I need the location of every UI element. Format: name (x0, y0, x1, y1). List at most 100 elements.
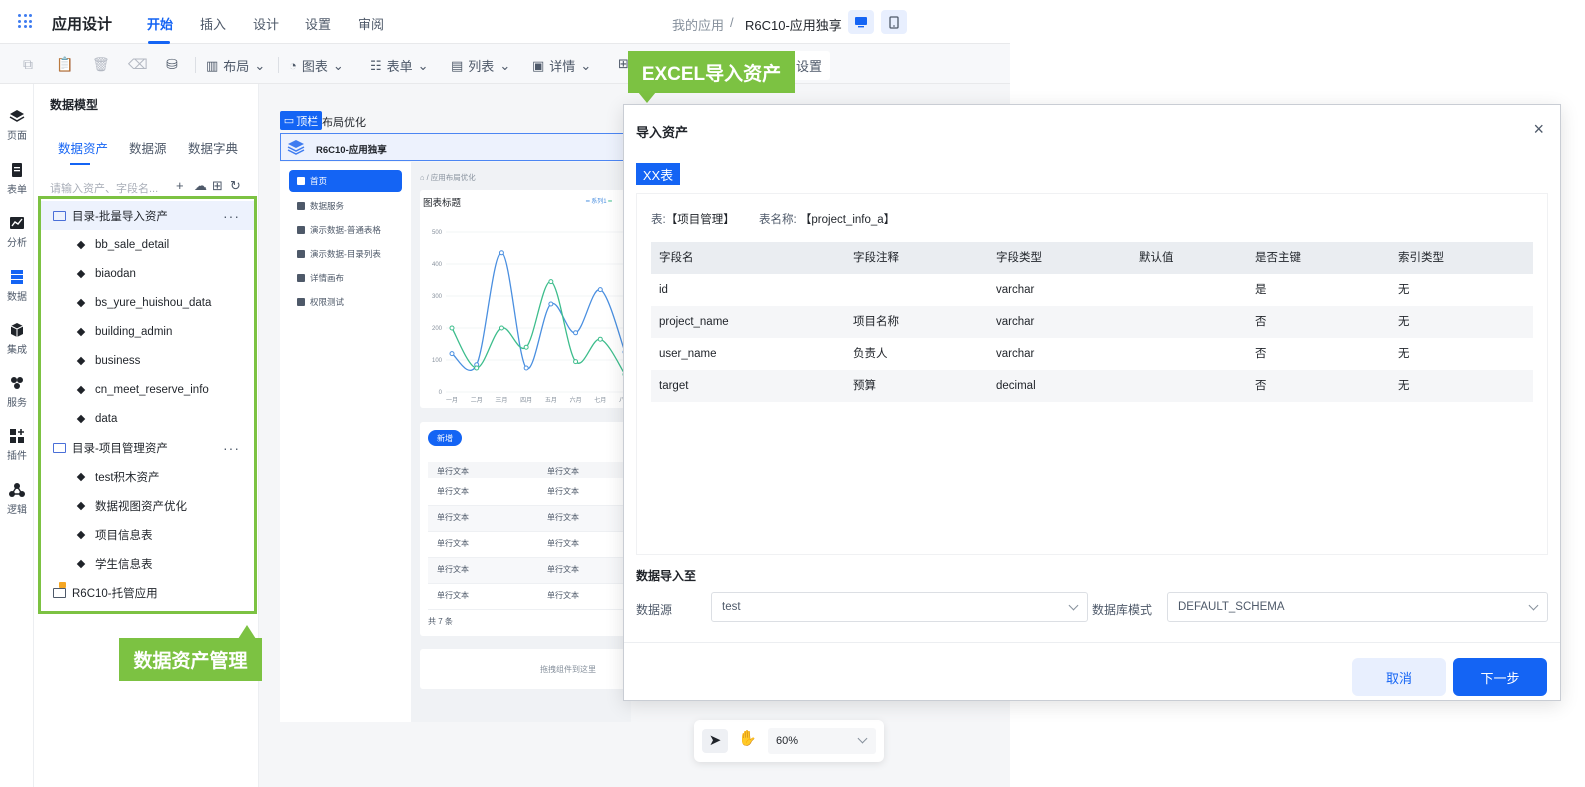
tree-item[interactable]: building_admin (41, 317, 254, 346)
table-cell: 预算 (853, 380, 876, 392)
schema-select[interactable]: DEFAULT_SCHEMA (1167, 592, 1548, 622)
layout-menu[interactable]: ▥ 布局 ⌄ (206, 56, 265, 75)
data-point[interactable] (449, 325, 455, 331)
add-folder-icon[interactable]: ⊞ (212, 178, 223, 194)
delete-icon[interactable]: 🗑 (92, 56, 110, 72)
y-tick-label: 500 (432, 230, 443, 236)
tab-start[interactable]: 开始 (147, 14, 173, 33)
canvas-nav-item[interactable]: 演示数据-目录列表 (289, 243, 402, 265)
tree-item[interactable]: 数据视图资产优化 (41, 491, 254, 520)
canvas-nav-item[interactable]: 数据服务 (289, 195, 402, 217)
upload-cloud-icon[interactable]: ☁ (194, 178, 207, 194)
datasource-select[interactable]: test (711, 592, 1088, 622)
add-icon[interactable]: + (176, 178, 184, 193)
rail-page[interactable]: 页面 (0, 108, 34, 142)
data-point[interactable] (548, 301, 554, 307)
data-point[interactable] (523, 344, 529, 350)
cancel-button[interactable]: 取消 (1352, 658, 1446, 696)
zoom-select[interactable]: 60% (768, 728, 876, 754)
data-point[interactable] (573, 359, 579, 365)
table-header-row: 字段名 字段注释 字段类型 默认值 是否主键 索引类型 (651, 242, 1533, 274)
rail-data[interactable]: 数据 (0, 269, 34, 303)
canvas-nav-item[interactable]: 演示数据-普通表格 (289, 219, 402, 241)
rail-form[interactable]: 表单 (0, 162, 34, 196)
data-point[interactable] (498, 250, 504, 256)
asset-icon (76, 356, 86, 366)
canvas-nav-item[interactable]: 权限测试 (289, 291, 402, 313)
dialog-title: 导入资产 (636, 125, 689, 140)
table-row[interactable]: id varchar 是 无 (651, 274, 1533, 306)
detail-label: 详情 (549, 59, 576, 74)
app-title: 应用设计 (52, 16, 113, 33)
form-menu[interactable]: ☷ 表单 ⌄ (370, 56, 429, 75)
rail-analysis[interactable]: 分析 (0, 215, 34, 249)
data-point[interactable] (573, 330, 579, 336)
canvas-add-button[interactable]: 新增 (428, 430, 462, 446)
tree-item[interactable]: cn_meet_reserve_info (41, 375, 254, 404)
rail-logic[interactable]: 逻辑 (0, 482, 34, 516)
folder-label: R6C10-托管应用 (72, 587, 158, 600)
pointer-tool[interactable]: ➤ (702, 729, 728, 753)
tab-review[interactable]: 审阅 (358, 14, 384, 33)
monitor-icon (855, 17, 867, 28)
canvas-breadcrumb-text: 应用布局优化 (430, 173, 476, 182)
tree-item[interactable]: bb_sale_detail (41, 230, 254, 259)
data-point[interactable] (498, 325, 504, 331)
canvas-nav-item[interactable]: 详情画布 (289, 267, 402, 289)
chart-card[interactable]: 图表标题 ━ 系列1 ━ 0 100 200 300 400 500 一月 二月 三月 四月 五月六… (420, 190, 631, 408)
detail-menu[interactable]: ▣ 详情 ⌄ (532, 56, 591, 75)
data-point[interactable] (474, 365, 480, 371)
tree-item[interactable]: biaodan (41, 259, 254, 288)
more-icon[interactable]: ··· (223, 440, 240, 456)
canvas-app-header[interactable]: R6C10-应用独享 (280, 133, 630, 161)
tree-folder-batch-import[interactable]: 目录-批量导入资产 ··· (41, 201, 254, 230)
table-tag[interactable]: XX表 (636, 163, 680, 185)
tree-folder-project-mgmt[interactable]: 目录-项目管理资产 ··· (41, 433, 254, 462)
rail-plugin[interactable]: 插件 (0, 428, 34, 462)
tree-item[interactable]: 项目信息表 (41, 520, 254, 549)
drop-zone[interactable]: 拖拽组件到这里 (420, 649, 631, 689)
list-menu[interactable]: ▤ 列表 ⌄ (451, 56, 510, 75)
table-row[interactable]: user_name 负责人 varchar 否 无 (651, 338, 1533, 370)
eraser-icon[interactable]: ⌫ (128, 56, 148, 72)
next-button[interactable]: 下一步 (1453, 658, 1547, 696)
rail-service[interactable]: 服务 (0, 375, 34, 409)
asset-icon (76, 240, 86, 250)
mobile-preview-button[interactable] (881, 10, 907, 34)
tree-item[interactable]: test积木资产 (41, 462, 254, 491)
tree-item[interactable]: bs_yure_huishou_data (41, 288, 254, 317)
tree-item[interactable]: 学生信息表 (41, 549, 254, 578)
chart-menu[interactable]: ◔ 图表 ⌄ (289, 56, 344, 75)
data-point[interactable] (548, 279, 554, 285)
more-icon[interactable]: ··· (223, 208, 240, 224)
tab-insert[interactable]: 插入 (200, 14, 226, 33)
desktop-preview-button[interactable] (848, 10, 874, 34)
tree-item[interactable]: data (41, 404, 254, 433)
data-point[interactable] (523, 365, 529, 371)
tree-item[interactable]: business (41, 346, 254, 375)
tab-data-source[interactable]: 数据源 (129, 138, 167, 157)
table-row[interactable]: target 预算 decimal 否 无 (651, 370, 1533, 402)
style-icon[interactable]: ⛁ (164, 56, 180, 72)
app-grid-icon[interactable] (18, 14, 32, 28)
breadcrumb-root[interactable]: 我的应用 (672, 15, 724, 34)
canvas-nav-item[interactable]: 首页 (289, 170, 402, 192)
hand-tool[interactable]: ✋ (738, 729, 757, 747)
tree-folder-r6c10[interactable]: R6C10-托管应用 (41, 578, 254, 607)
data-point[interactable] (597, 336, 603, 342)
refresh-icon[interactable]: ↻ (230, 178, 241, 194)
tab-design[interactable]: 设计 (253, 14, 279, 33)
tab-data-dictionary[interactable]: 数据字典 (188, 138, 238, 157)
paste-icon[interactable]: 📋 (56, 56, 73, 72)
data-point[interactable] (449, 351, 455, 357)
data-point[interactable] (597, 287, 603, 293)
copy-icon[interactable]: ⧉ (20, 56, 36, 72)
tab-settings[interactable]: 设置 (305, 14, 331, 33)
tab-data-assets[interactable]: 数据资产 (58, 138, 108, 157)
top-bar-label[interactable]: ▭ 顶栏 (280, 111, 322, 130)
close-icon[interactable]: × (1533, 119, 1544, 140)
asset-search-input[interactable]: 请输入资产、字段名... (50, 180, 158, 196)
table-row[interactable]: project_name 项目名称 varchar 否 无 (651, 306, 1533, 338)
form-label: 表单 (386, 59, 413, 74)
rail-integration[interactable]: 集成 (0, 322, 34, 356)
